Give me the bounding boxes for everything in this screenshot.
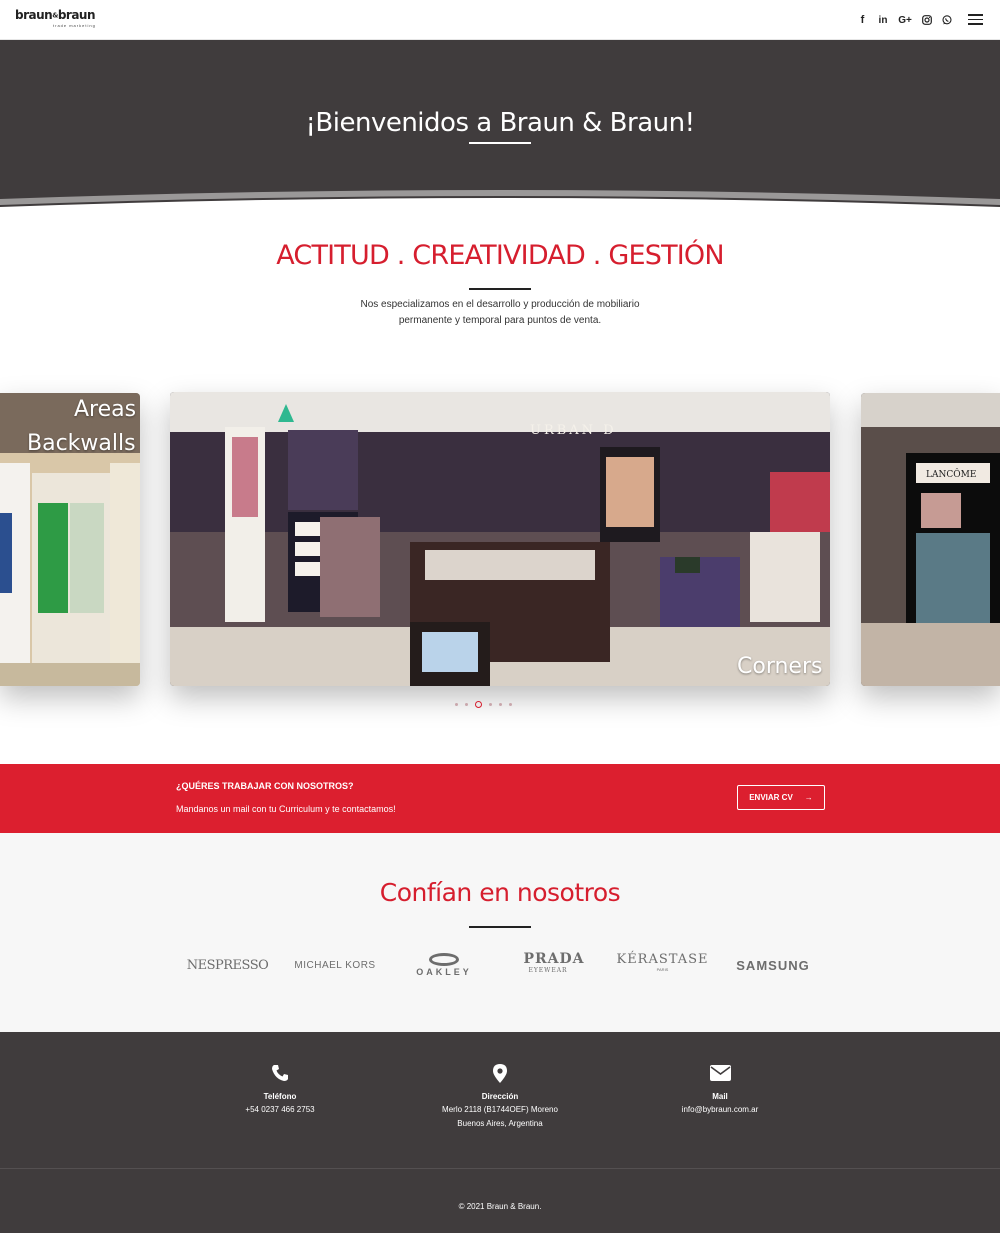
slide-image-next: LANCÔME <box>861 393 1000 686</box>
hero-wave-divider <box>0 183 1000 215</box>
kerastase-subtitle: PARIS <box>656 967 669 972</box>
mail-value[interactable]: info@bybraun.com.ar <box>640 1103 800 1117</box>
prada-wordmark: PRADA <box>523 951 585 967</box>
copyright: © 2021 Braun & Braun. <box>458 1202 542 1211</box>
social-links: f in G+ <box>857 12 952 28</box>
slide-image-corners: URBAN D <box>170 392 830 686</box>
brand-logo-samsung: SAMSUNG <box>736 957 810 973</box>
logo-wordmark: braun&braun <box>15 8 96 22</box>
phone-icon <box>200 1060 360 1086</box>
tagline-underline <box>469 288 531 290</box>
prada-subtitle: EYEWEAR <box>528 967 568 974</box>
brand-logo-kerastase: KÉRASTASE PARIS <box>616 950 707 980</box>
brands-underline <box>469 926 531 928</box>
location-pin-icon <box>420 1060 580 1086</box>
carousel-slide-backwalls[interactable]: Areas Backwalls <box>0 393 140 686</box>
intro-line-2: permanente y temporal para puntos de ven… <box>398 315 602 326</box>
mail-label: Mail <box>712 1092 728 1101</box>
carousel-pagination <box>455 700 545 708</box>
envelope-icon <box>640 1060 800 1086</box>
brand-logo-nespresso: NESPRESSO <box>186 957 269 973</box>
brand-logo-michael-kors: MICHAEL KORS <box>294 959 376 971</box>
arrow-right-icon: → <box>804 793 813 802</box>
cta-question: ¿QUÉRES TRABAJAR CON NOSOTROS? <box>176 781 354 791</box>
brands-heading: Confían en nosotros <box>379 878 621 907</box>
carousel-dot[interactable] <box>499 702 502 706</box>
footer-address: Dirección Merlo 2118 (B1744OEF) Moreno B… <box>420 1060 580 1131</box>
instagram-icon[interactable] <box>921 13 932 27</box>
oakley-ellipse-icon <box>429 953 459 966</box>
brands-section <box>0 833 1000 1032</box>
phone-label: Teléfono <box>263 1092 297 1101</box>
address-line-2: Buenos Aires, Argentina <box>457 1119 543 1128</box>
logo[interactable]: braun&braun trade marketing <box>15 9 105 31</box>
store-sign-text: URBAN D <box>530 423 617 438</box>
kerastase-wordmark: KÉRASTASE <box>616 952 709 967</box>
carousel-dot[interactable] <box>509 702 512 706</box>
whatsapp-icon[interactable] <box>941 13 952 27</box>
brand-logo-prada: PRADA EYEWEAR <box>515 950 593 980</box>
top-navbar: braun&braun trade marketing f in G+ <box>0 0 1000 40</box>
carousel-slide-corners[interactable]: URBAN D Corners <box>170 392 830 686</box>
google-plus-icon[interactable]: G+ <box>898 13 912 27</box>
page-title: ¡Bienvenidos a Braun & Braun! <box>305 108 695 138</box>
oakley-wordmark: OAKLEY <box>416 967 472 977</box>
send-cv-label: ENVIAR CV <box>749 793 793 802</box>
footer-phone: Teléfono +54 0237 466 2753 <box>200 1060 360 1117</box>
brand-logo-oakley: OAKLEY <box>405 950 483 980</box>
address-label: Dirección <box>481 1092 519 1101</box>
tagline-heading: ACTITUD . CREATIVIDAD . GESTIÓN <box>276 240 724 271</box>
slide-label-areas: Areas <box>74 397 137 422</box>
jobs-cta-banner: ¿QUÉRES TRABAJAR CON NOSOTROS? Mandanos … <box>0 764 1000 833</box>
linkedin-icon[interactable]: in <box>877 13 889 27</box>
intro-text: Nos especializamos en el desarrollo y pr… <box>300 297 700 329</box>
intro-line-1: Nos especializamos en el desarrollo y pr… <box>360 299 640 310</box>
footer-mail: Mail info@bybraun.com.ar <box>640 1060 800 1117</box>
menu-icon[interactable] <box>968 14 983 26</box>
title-underline <box>469 142 531 144</box>
carousel-slide-next[interactable]: LANCÔME <box>861 393 1000 686</box>
slide-label-backwalls: Backwalls <box>27 431 136 456</box>
footer-divider <box>0 1168 1000 1169</box>
carousel-dot[interactable] <box>465 702 468 706</box>
slide-label-corners: Corners <box>737 654 823 679</box>
store-sign-right-text: LANCÔME <box>926 468 976 480</box>
facebook-icon[interactable]: f <box>857 13 868 27</box>
cta-message: Mandanos un mail con tu Curriculum y te … <box>176 804 396 814</box>
logo-subtitle: trade marketing <box>53 23 96 28</box>
address-line-1: Merlo 2118 (B1744OEF) Moreno <box>442 1105 558 1114</box>
send-cv-button[interactable]: ENVIAR CV → <box>737 785 825 810</box>
carousel-dot[interactable] <box>455 702 458 706</box>
phone-value[interactable]: +54 0237 466 2753 <box>200 1103 360 1117</box>
carousel-dot-active[interactable] <box>475 700 482 708</box>
carousel-dot[interactable] <box>489 702 492 706</box>
